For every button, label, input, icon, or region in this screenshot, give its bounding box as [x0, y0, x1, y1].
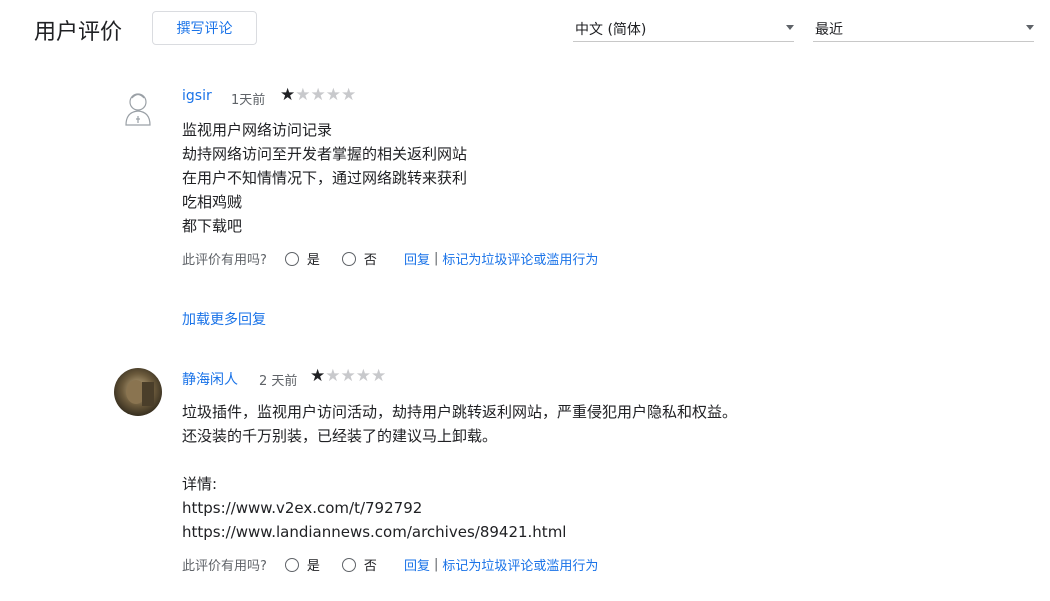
star-empty-icon: ★ [310, 85, 326, 105]
report-abuse-link[interactable]: 标记为垃圾评论或滥用行为 [442, 555, 598, 574]
review-body: 垃圾插件，监视用户访问活动，劫持用户跳转返利网站，严重侵犯用户隐私和权益。 还没… [182, 400, 737, 544]
radio-button[interactable] [341, 557, 356, 572]
radio-button[interactable] [284, 557, 299, 572]
link-separator: | [433, 557, 439, 572]
star-empty-icon: ★ [325, 85, 341, 105]
helpful-no-option[interactable]: 否 [341, 555, 377, 574]
no-label: 否 [363, 559, 377, 574]
star-filled-icon: ★ [310, 366, 326, 386]
star-empty-icon: ★ [355, 366, 371, 386]
sort-select-value: 最近 [815, 22, 843, 38]
reply-link[interactable]: 回复 [404, 249, 430, 268]
helpful-yes-option[interactable]: 是 [284, 249, 320, 268]
reply-link[interactable]: 回复 [404, 555, 430, 574]
review-date: 1天前 [231, 93, 266, 108]
page-title: 用户评价 [34, 20, 123, 45]
star-empty-icon: ★ [371, 366, 387, 386]
report-abuse-link[interactable]: 标记为垃圾评论或滥用行为 [442, 249, 598, 268]
star-empty-icon: ★ [295, 85, 311, 105]
review-link-url: https://www.v2ex.com/t/792792 [182, 499, 423, 517]
radio-button[interactable] [341, 251, 356, 266]
helpful-prompt: 此评价有用吗? [182, 559, 267, 574]
sort-select[interactable]: 最近 [813, 18, 1034, 42]
star-empty-icon: ★ [341, 85, 357, 105]
helpful-row: 此评价有用吗? 是 否 回复 | 标记为垃圾评论或滥用行为 [182, 249, 598, 268]
review-text-line: 都下载吧 [182, 217, 243, 235]
review-text-line [182, 448, 737, 472]
review-text-line: 劫持网络访问至开发者掌握的相关返利网站 [182, 145, 468, 163]
helpful-prompt: 此评价有用吗? [182, 253, 267, 268]
star-empty-icon: ★ [340, 366, 356, 386]
review-author[interactable]: 静海闲人 [182, 369, 238, 389]
no-label: 否 [363, 253, 377, 268]
language-select[interactable]: 中文 (简体) [573, 18, 794, 42]
language-select-value: 中文 (简体) [575, 22, 647, 38]
dropdown-caret-icon [786, 25, 794, 30]
photo-avatar-icon [114, 368, 162, 416]
radio-button[interactable] [284, 251, 299, 266]
yes-label: 是 [306, 253, 320, 268]
review-link-url: https://www.landiannews.com/archives/894… [182, 523, 567, 541]
review-text-line: 还没装的千万别装，已经装了的建议马上卸载。 [182, 427, 498, 445]
link-separator: | [433, 251, 439, 266]
review-text-line: 监视用户网络访问记录 [182, 121, 333, 139]
sketch-avatar-icon [114, 85, 162, 133]
review-body: 监视用户网络访问记录 劫持网络访问至开发者掌握的相关返利网站 在用户不知情情况下… [182, 118, 467, 238]
write-review-button[interactable]: 撰写评论 [152, 11, 257, 45]
star-rating: ★★★★★ [280, 85, 356, 105]
review-text-line: 吃相鸡贼 [182, 193, 243, 211]
review-text-line: 在用户不知情情况下，通过网络跳转来获利 [182, 169, 468, 187]
star-empty-icon: ★ [325, 366, 341, 386]
review-author[interactable]: igsir [182, 88, 212, 104]
avatar[interactable] [114, 368, 162, 416]
yes-label: 是 [306, 559, 320, 574]
helpful-row: 此评价有用吗? 是 否 回复 | 标记为垃圾评论或滥用行为 [182, 555, 598, 574]
star-rating: ★★★★★ [310, 366, 386, 386]
helpful-no-option[interactable]: 否 [341, 249, 377, 268]
review-date: 2 天前 [259, 374, 298, 389]
dropdown-caret-icon [1026, 25, 1034, 30]
avatar[interactable] [114, 85, 162, 133]
star-filled-icon: ★ [280, 85, 296, 105]
load-more-replies-link[interactable]: 加载更多回复 [182, 309, 266, 329]
review-text-line: 详情: [182, 475, 218, 493]
review-text-line: 垃圾插件，监视用户访问活动，劫持用户跳转返利网站，严重侵犯用户隐私和权益。 [182, 403, 738, 421]
helpful-yes-option[interactable]: 是 [284, 555, 320, 574]
